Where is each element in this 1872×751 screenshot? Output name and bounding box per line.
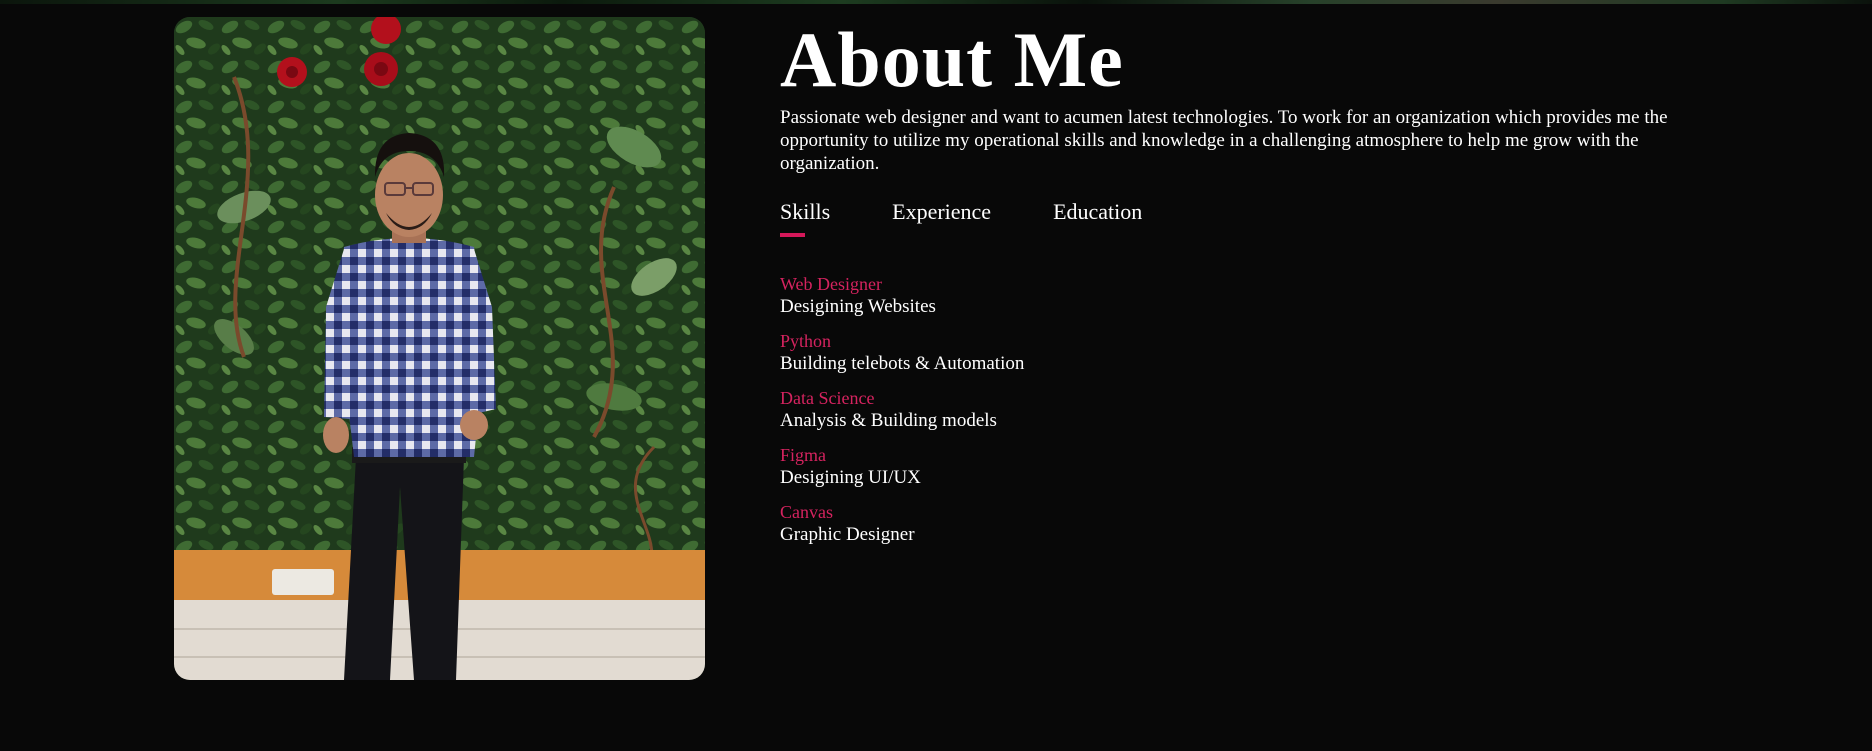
list-item: Python Building telebots & Automation	[780, 330, 1700, 375]
skills-list: Web Designer Desigining Websites Python …	[780, 273, 1700, 546]
tab-experience[interactable]: Experience	[892, 198, 991, 236]
about-section: About Me Passionate web designer and wan…	[0, 0, 1872, 751]
skill-description: Building telebots & Automation	[780, 353, 1025, 374]
about-content: About Me Passionate web designer and wan…	[780, 14, 1700, 558]
skill-description: Graphic Designer	[780, 524, 915, 545]
about-title: About Me	[780, 16, 1124, 103]
list-item: Canvas Graphic Designer	[780, 501, 1700, 546]
skill-name: Python	[780, 331, 832, 351]
skill-description: Desigining Websites	[780, 296, 936, 317]
list-item: Web Designer Desigining Websites	[780, 273, 1700, 318]
skill-name: Canvas	[780, 502, 833, 522]
skill-name: Web Designer	[780, 274, 883, 294]
skill-description: Desigining UI/UX	[780, 467, 921, 488]
header-foliage-strip	[0, 0, 1872, 4]
tab-skills[interactable]: Skills	[780, 198, 830, 237]
about-tabs: Skills Experience Education	[780, 198, 1700, 237]
skill-name: Figma	[780, 445, 827, 465]
list-item: Data Science Analysis & Building models	[780, 387, 1700, 432]
skill-description: Analysis & Building models	[780, 410, 997, 431]
about-intro: Passionate web designer and want to acum…	[780, 107, 1668, 174]
profile-photo	[174, 17, 705, 680]
list-item: Figma Desigining UI/UX	[780, 444, 1700, 489]
tab-education[interactable]: Education	[1053, 198, 1142, 236]
skill-name: Data Science	[780, 388, 875, 408]
